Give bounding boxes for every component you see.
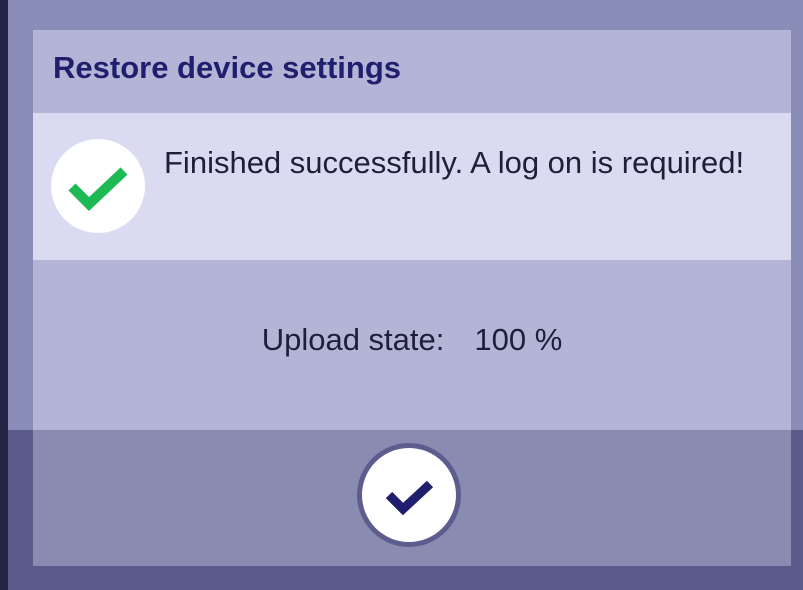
- success-check-icon: [51, 139, 145, 233]
- confirm-button[interactable]: [357, 443, 461, 547]
- dialog-footer: [33, 430, 791, 566]
- restore-settings-dialog: Restore device settings Finished success…: [33, 30, 791, 566]
- upload-state-value: 100 %: [474, 322, 563, 357]
- dialog-header: Restore device settings: [33, 30, 791, 113]
- upload-state-row: Upload state: 100 %: [33, 322, 791, 358]
- check-icon: [385, 480, 434, 516]
- status-message: Finished successfully. A log on is requi…: [164, 145, 745, 180]
- screen-background: Restore device settings Finished success…: [0, 0, 803, 590]
- message-panel: Finished successfully. A log on is requi…: [33, 113, 791, 260]
- dialog-title: Restore device settings: [53, 50, 402, 85]
- upload-panel: Upload state: 100 %: [33, 260, 791, 430]
- upload-state-label: Upload state:: [261, 322, 445, 357]
